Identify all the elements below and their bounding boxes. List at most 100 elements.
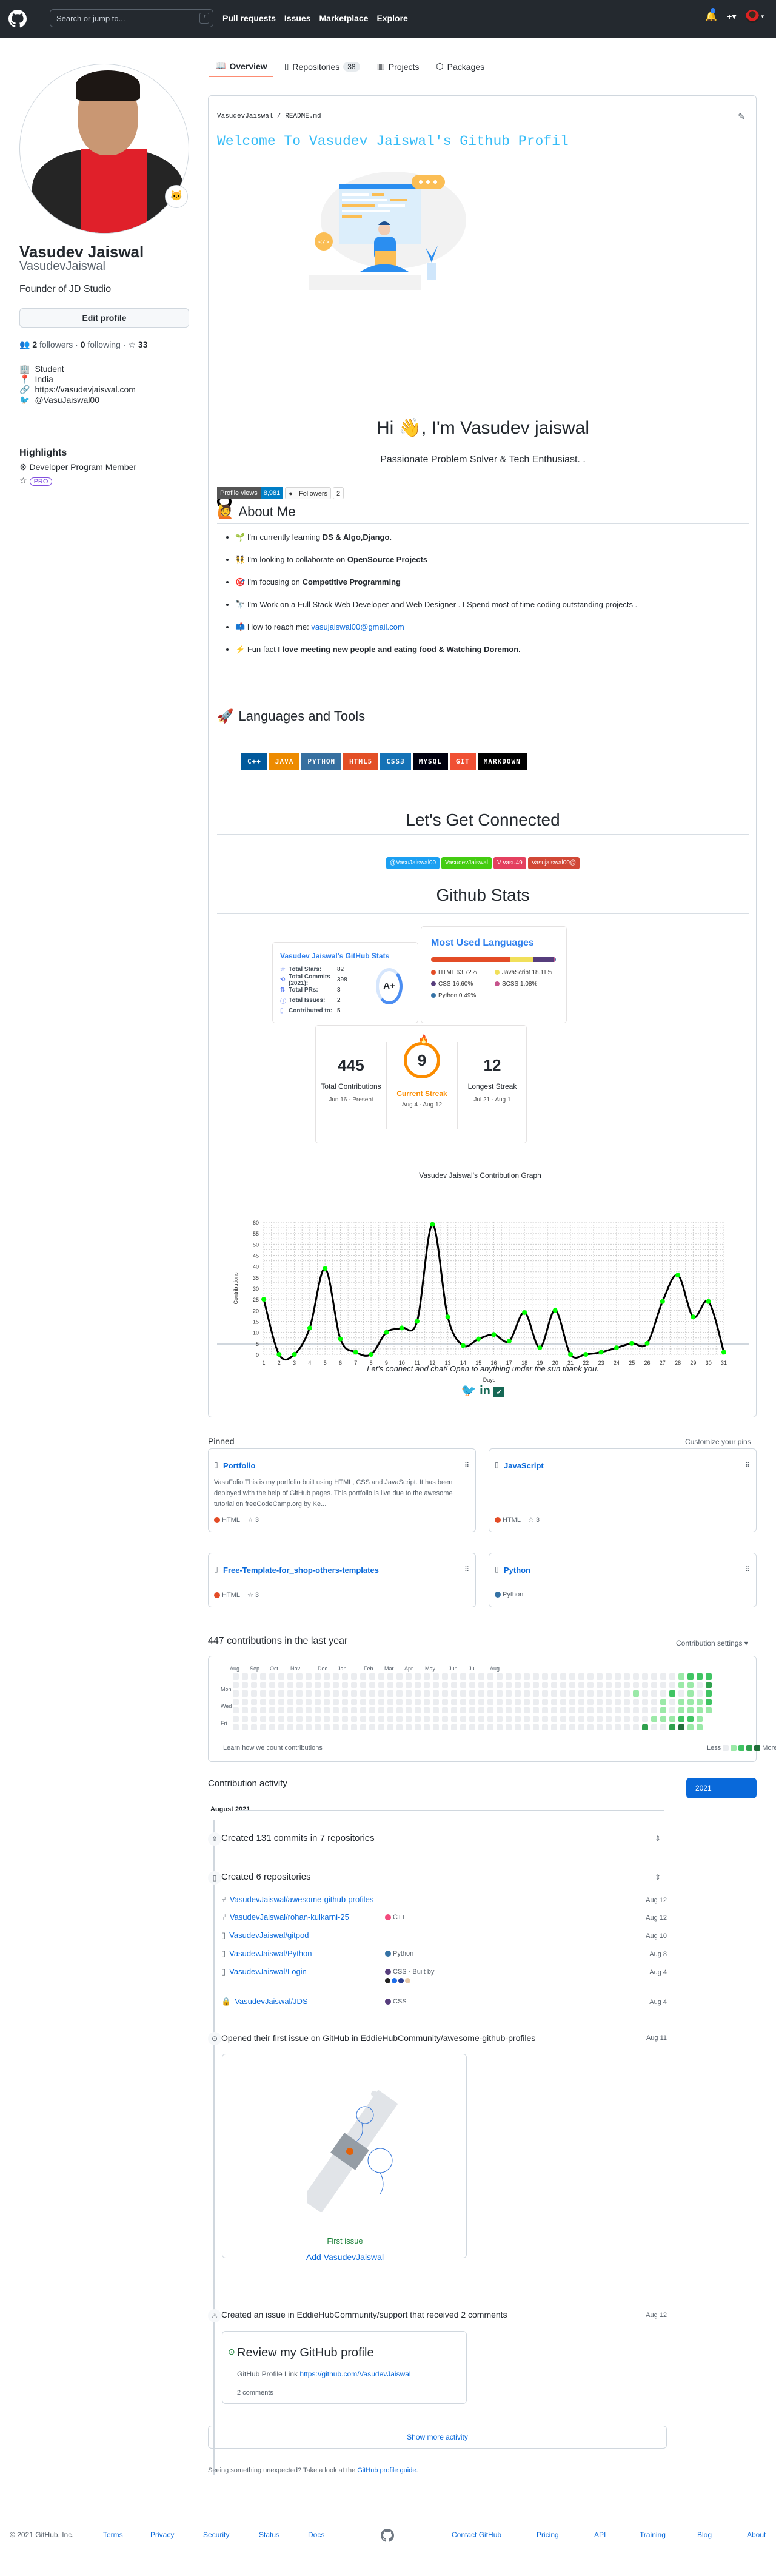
contribution-day-cell[interactable]	[633, 1716, 639, 1722]
contribution-day-cell[interactable]	[669, 1707, 675, 1713]
contribution-day-cell[interactable]	[442, 1690, 448, 1697]
status-octocat-icon[interactable]: 🐱	[165, 185, 188, 208]
drag-handle-icon[interactable]: ⠿	[464, 1461, 469, 1469]
contribution-day-cell[interactable]	[660, 1699, 666, 1705]
contribution-day-cell[interactable]	[678, 1724, 684, 1730]
contributor-avatar[interactable]	[385, 1978, 390, 1983]
contribution-day-cell[interactable]	[478, 1690, 484, 1697]
contribution-day-cell[interactable]	[251, 1716, 257, 1722]
contribution-day-cell[interactable]	[606, 1682, 612, 1688]
contribution-day-cell[interactable]	[578, 1682, 584, 1688]
contribution-day-cell[interactable]	[651, 1716, 657, 1722]
contribution-day-cell[interactable]	[569, 1724, 575, 1730]
contribution-day-cell[interactable]	[597, 1716, 603, 1722]
contribution-day-cell[interactable]	[660, 1690, 666, 1697]
contribution-day-cell[interactable]	[669, 1690, 675, 1697]
streak-stats-card[interactable]: 445 Total Contributions Jun 16 - Present…	[315, 1025, 527, 1143]
contribution-day-cell[interactable]	[351, 1690, 357, 1697]
contribution-day-cell[interactable]	[342, 1724, 348, 1730]
contribution-day-cell[interactable]	[524, 1673, 530, 1680]
footer-link[interactable]: Terms	[103, 2531, 123, 2539]
contribution-day-cell[interactable]	[351, 1673, 357, 1680]
contribution-day-cell[interactable]	[478, 1707, 484, 1713]
contribution-day-cell[interactable]	[678, 1716, 684, 1722]
contribution-day-cell[interactable]	[342, 1673, 348, 1680]
contribution-day-cell[interactable]	[242, 1673, 248, 1680]
contribution-day-cell[interactable]	[606, 1699, 612, 1705]
contribution-day-cell[interactable]	[497, 1699, 503, 1705]
user-menu[interactable]: ▾	[746, 10, 764, 23]
contribution-day-cell[interactable]	[687, 1724, 694, 1730]
contribution-day-cell[interactable]	[687, 1707, 694, 1713]
contribution-day-cell[interactable]	[351, 1682, 357, 1688]
contribution-day-cell[interactable]	[615, 1699, 621, 1705]
contribution-day-cell[interactable]	[542, 1724, 548, 1730]
contribution-day-cell[interactable]	[533, 1707, 539, 1713]
contribution-day-cell[interactable]	[378, 1699, 384, 1705]
contribution-day-cell[interactable]	[597, 1724, 603, 1730]
contribution-day-cell[interactable]	[333, 1673, 339, 1680]
contribution-day-cell[interactable]	[551, 1673, 557, 1680]
contribution-day-cell[interactable]	[506, 1690, 512, 1697]
contribution-day-cell[interactable]	[342, 1707, 348, 1713]
contribution-day-cell[interactable]	[451, 1724, 457, 1730]
year-2021-button[interactable]: 2021	[686, 1778, 757, 1798]
contribution-day-cell[interactable]	[597, 1673, 603, 1680]
nav-issues[interactable]: Issues	[284, 13, 311, 23]
created-repo-link[interactable]: VasudevJaiswal/rohan-kulkarni-25	[230, 1912, 349, 1922]
email-link[interactable]: vasujaiswal00@gmail.com	[311, 622, 404, 631]
contribution-day-cell[interactable]	[687, 1716, 694, 1722]
contribution-day-cell[interactable]	[597, 1690, 603, 1697]
contribution-day-cell[interactable]	[369, 1690, 375, 1697]
footer-link[interactable]: Status	[259, 2531, 279, 2539]
contribution-day-cell[interactable]	[233, 1699, 239, 1705]
issue-title-link[interactable]: Review my GitHub profile	[237, 2346, 374, 2360]
contribution-day-cell[interactable]	[315, 1707, 321, 1713]
contribution-day-cell[interactable]	[433, 1716, 439, 1722]
contribution-day-cell[interactable]	[497, 1707, 503, 1713]
contribution-day-cell[interactable]	[524, 1724, 530, 1730]
contribution-day-cell[interactable]	[406, 1707, 412, 1713]
contribution-day-cell[interactable]	[360, 1682, 366, 1688]
footer-link[interactable]: About	[747, 2531, 766, 2539]
contribution-day-cell[interactable]	[506, 1673, 512, 1680]
drag-handle-icon[interactable]: ⠿	[745, 1565, 750, 1573]
contribution-day-cell[interactable]	[396, 1682, 403, 1688]
contribution-day-cell[interactable]	[387, 1724, 393, 1730]
contributor-avatar[interactable]	[392, 1978, 397, 1983]
contribution-day-cell[interactable]	[515, 1724, 521, 1730]
contribution-day-cell[interactable]	[251, 1724, 257, 1730]
contribution-day-cell[interactable]	[615, 1724, 621, 1730]
contribution-day-cell[interactable]	[642, 1699, 648, 1705]
contribution-day-cell[interactable]	[451, 1699, 457, 1705]
contribution-day-cell[interactable]	[678, 1699, 684, 1705]
contribution-day-cell[interactable]	[497, 1673, 503, 1680]
contribution-day-cell[interactable]	[369, 1699, 375, 1705]
contribution-day-cell[interactable]	[278, 1673, 284, 1680]
github-stats-card[interactable]: Vasudev Jaiswal's GitHub Stats ☆ Total St…	[272, 942, 418, 1023]
contribution-day-cell[interactable]	[442, 1724, 448, 1730]
contribution-day-cell[interactable]	[369, 1673, 375, 1680]
contribution-day-cell[interactable]	[578, 1707, 584, 1713]
contribution-day-cell[interactable]	[287, 1682, 293, 1688]
contribution-day-cell[interactable]	[651, 1682, 657, 1688]
customize-pins-link[interactable]: Customize your pins	[685, 1438, 751, 1446]
contribution-day-cell[interactable]	[260, 1707, 266, 1713]
contribution-day-cell[interactable]	[287, 1716, 293, 1722]
contribution-day-cell[interactable]	[251, 1699, 257, 1705]
contribution-day-cell[interactable]	[624, 1673, 630, 1680]
contribution-day-cell[interactable]	[560, 1673, 566, 1680]
contribution-day-cell[interactable]	[587, 1699, 594, 1705]
contribution-day-cell[interactable]	[406, 1690, 412, 1697]
contribution-day-cell[interactable]	[424, 1699, 430, 1705]
drag-handle-icon[interactable]: ⠿	[745, 1461, 750, 1469]
contribution-day-cell[interactable]	[451, 1707, 457, 1713]
contribution-day-cell[interactable]	[406, 1673, 412, 1680]
contribution-day-cell[interactable]	[269, 1716, 275, 1722]
contribution-day-cell[interactable]	[360, 1699, 366, 1705]
contribution-day-cell[interactable]	[542, 1707, 548, 1713]
contribution-day-cell[interactable]	[424, 1707, 430, 1713]
contribution-day-cell[interactable]	[478, 1716, 484, 1722]
contribution-day-cell[interactable]	[369, 1707, 375, 1713]
nav-pull-requests[interactable]: Pull requests	[222, 13, 276, 23]
